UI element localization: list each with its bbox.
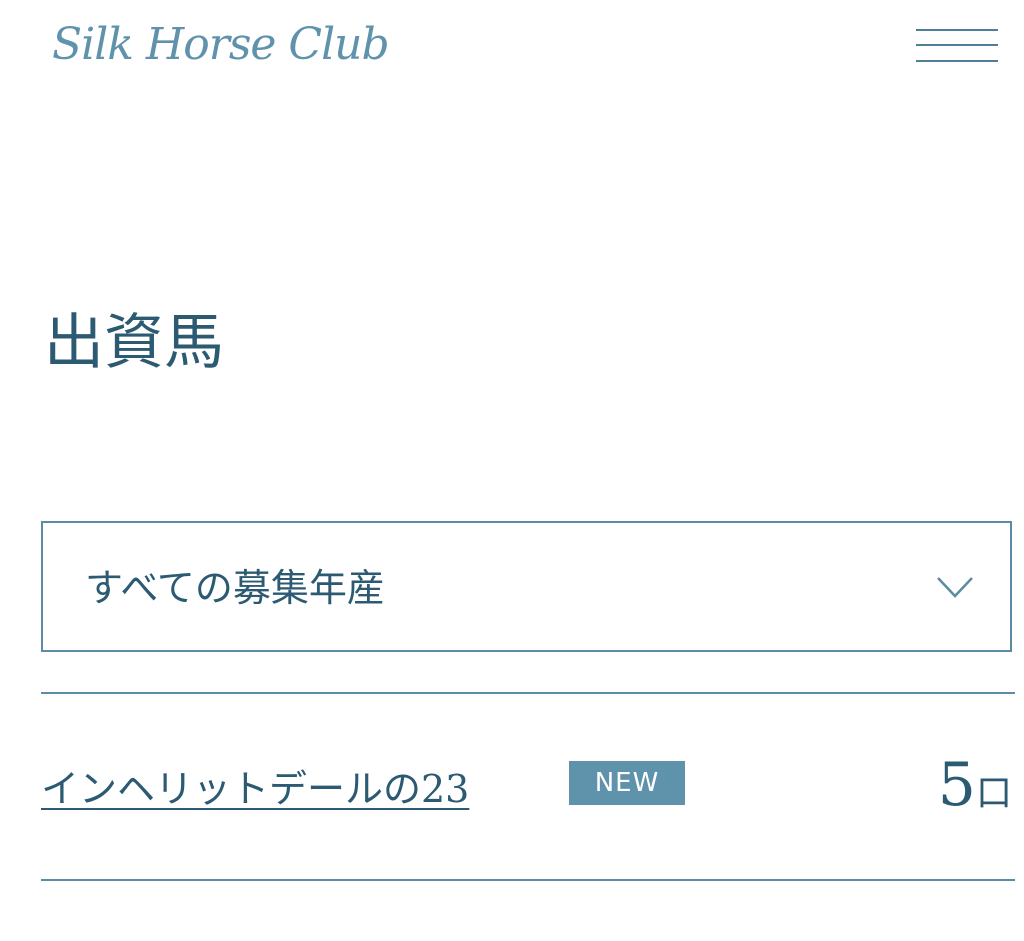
page-title: 出資馬: [44, 308, 224, 378]
site-logo[interactable]: Silk Horse Club: [52, 10, 390, 80]
chevron-down-icon: [937, 577, 973, 598]
hamburger-menu-icon[interactable]: [916, 26, 998, 66]
year-filter-select[interactable]: すべての募集年産: [41, 521, 1012, 652]
units-count: 5口: [938, 750, 1012, 835]
list-divider-top: [41, 692, 1015, 694]
units-number: 5: [937, 750, 976, 820]
menu-bar-middle: [916, 44, 998, 46]
new-badge: NEW: [569, 761, 685, 805]
horse-name-link[interactable]: インヘリットデールの23: [41, 762, 469, 816]
menu-bar-top: [916, 29, 998, 31]
menu-bar-bottom: [916, 60, 998, 62]
units-suffix: 口: [975, 773, 1012, 814]
year-filter-value: すべての募集年産: [85, 566, 385, 610]
list-divider-bottom: [41, 879, 1015, 881]
